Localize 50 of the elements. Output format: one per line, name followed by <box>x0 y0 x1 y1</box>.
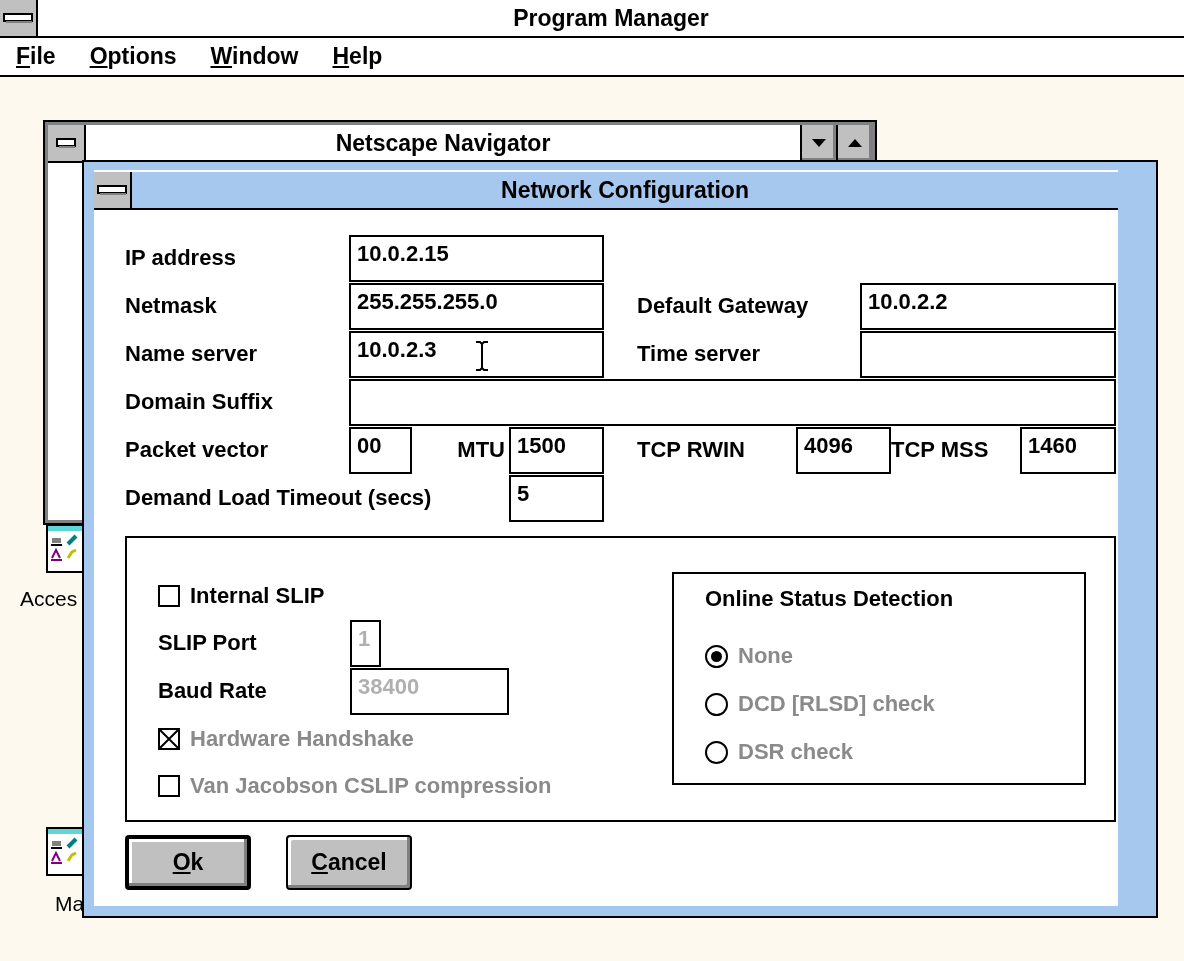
field-label: Name server <box>125 341 259 367</box>
checkbox[interactable] <box>158 584 180 607</box>
text-field[interactable] <box>349 378 1116 426</box>
checkbox-label: Van Jacobson CSLIP compression <box>190 772 553 799</box>
text-field[interactable]: 10.0.2.3 <box>349 330 604 378</box>
radio-label: DCD [RLSD] check <box>738 691 936 717</box>
field-label: TCP RWIN <box>637 437 746 463</box>
system-menu-icon <box>56 138 76 148</box>
field-label: TCP MSS <box>891 437 990 463</box>
group-icon-label: Acces <box>20 587 78 611</box>
group-title: Online Status Detection <box>705 586 955 612</box>
menu-item[interactable]: Options <box>89 43 177 70</box>
field-label: Time server <box>637 341 762 367</box>
text-field[interactable]: 1500 <box>509 426 604 474</box>
menu-item[interactable]: Help <box>332 43 383 70</box>
field-label: Domain Suffix <box>125 389 274 415</box>
system-menu-icon <box>3 13 33 23</box>
checkbox-label: Internal SLIP <box>190 582 326 609</box>
radio-label: DSR check <box>738 739 854 765</box>
menu-item[interactable]: File <box>16 43 56 70</box>
menu-item[interactable]: Window <box>210 43 299 70</box>
text-field[interactable]: 4096 <box>796 426 891 474</box>
up-triangle-icon <box>848 139 862 147</box>
window-title: Program Manager <box>513 4 709 32</box>
system-menu-icon <box>97 185 127 195</box>
field-label: Demand Load Timeout (secs) <box>125 485 433 511</box>
field-label: Netmask <box>125 293 218 319</box>
maximize-button[interactable] <box>836 125 872 161</box>
dialog-title: Network Configuration <box>501 176 749 204</box>
field-label: MTU <box>456 437 506 463</box>
ok-button[interactable]: Ok <box>125 835 251 890</box>
field-label: Packet vector <box>125 437 270 463</box>
minimize-button[interactable] <box>800 125 836 161</box>
text-field[interactable]: 255.255.255.0 <box>349 282 604 330</box>
text-field[interactable]: 10.0.2.15 <box>349 234 604 282</box>
text-cursor-icon <box>475 340 489 371</box>
down-triangle-icon <box>812 139 826 147</box>
text-field[interactable]: 10.0.2.2 <box>860 282 1116 330</box>
text-field[interactable] <box>860 330 1116 378</box>
field-label: IP address <box>125 245 237 271</box>
window-title: Netscape Navigator <box>335 129 551 157</box>
field-label: Baud Rate <box>158 678 268 704</box>
text-field[interactable]: 1460 <box>1020 426 1116 474</box>
cancel-button[interactable]: Cancel <box>286 835 412 890</box>
field-label: Default Gateway <box>637 293 810 319</box>
radio-label: None <box>738 643 794 669</box>
text-field[interactable]: 5 <box>509 474 604 522</box>
checkbox-label: Hardware Handshake <box>190 725 415 752</box>
text-field[interactable]: 00 <box>349 426 412 474</box>
field-label: SLIP Port <box>158 630 258 656</box>
